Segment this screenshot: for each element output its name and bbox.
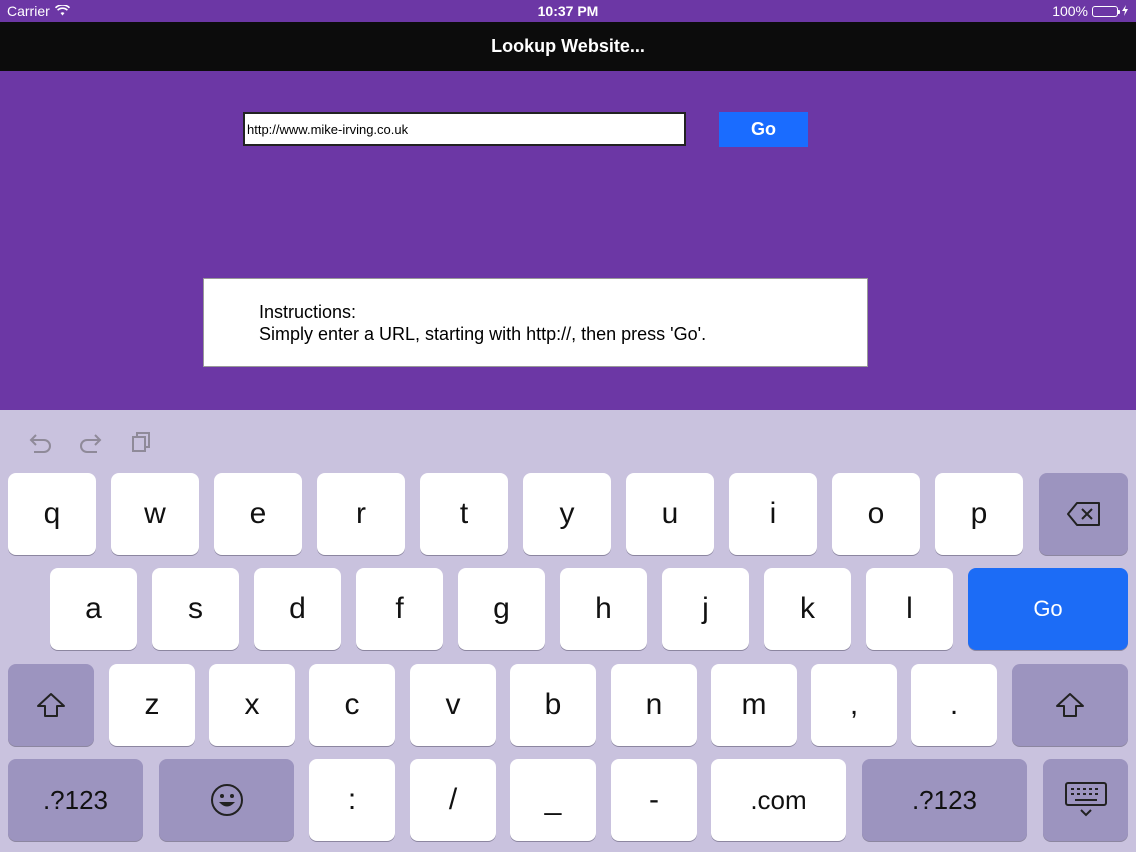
key-slash[interactable]: / [410, 759, 496, 841]
go-button[interactable]: Go [719, 112, 808, 147]
key-hyphen[interactable]: - [611, 759, 697, 841]
battery-icon [1092, 5, 1120, 17]
key-l[interactable]: l [866, 568, 953, 650]
key-comma[interactable]: , [811, 664, 897, 746]
key-dotcom[interactable]: .com [711, 759, 846, 841]
shift-icon [36, 691, 66, 719]
key-colon[interactable]: : [309, 759, 395, 841]
key-f[interactable]: f [356, 568, 443, 650]
key-e[interactable]: e [214, 473, 302, 555]
page-title: Lookup Website... [491, 36, 645, 56]
dismiss-keyboard-key[interactable] [1043, 759, 1128, 841]
key-u[interactable]: u [626, 473, 714, 555]
key-a[interactable]: a [50, 568, 137, 650]
nav-bar: Lookup Website... [0, 22, 1136, 71]
key-t[interactable]: t [420, 473, 508, 555]
backspace-icon [1066, 501, 1102, 527]
key-underscore[interactable]: _ [510, 759, 596, 841]
emoji-icon [210, 783, 244, 817]
key-z[interactable]: z [109, 664, 195, 746]
key-y[interactable]: y [523, 473, 611, 555]
key-b[interactable]: b [510, 664, 596, 746]
key-g[interactable]: g [458, 568, 545, 650]
charging-icon [1122, 3, 1128, 19]
key-v[interactable]: v [410, 664, 496, 746]
backspace-key[interactable] [1039, 473, 1128, 555]
undo-icon[interactable] [26, 428, 54, 456]
key-r[interactable]: r [317, 473, 405, 555]
key-n[interactable]: n [611, 664, 697, 746]
key-w[interactable]: w [111, 473, 199, 555]
key-i[interactable]: i [729, 473, 817, 555]
shift-icon [1055, 691, 1085, 719]
instructions-text: Simply enter a URL, starting with http:/… [259, 324, 707, 344]
go-key[interactable]: Go [968, 568, 1128, 650]
numbers-key-right[interactable]: .?123 [862, 759, 1027, 841]
status-right: 100% [1052, 3, 1128, 19]
key-x[interactable]: x [209, 664, 295, 746]
shift-key-left[interactable] [8, 664, 94, 746]
status-bar: Carrier 10:37 PM 100% [0, 0, 1136, 22]
key-m[interactable]: m [711, 664, 797, 746]
battery-percent: 100% [1052, 3, 1088, 19]
instructions-heading: Instructions: [259, 302, 357, 322]
emoji-key[interactable] [159, 759, 294, 841]
instructions-panel: Instructions: Simply enter a URL, starti… [203, 278, 868, 367]
key-c[interactable]: c [309, 664, 395, 746]
shift-key-right[interactable] [1012, 664, 1128, 746]
key-period[interactable]: . [911, 664, 997, 746]
key-k[interactable]: k [764, 568, 851, 650]
redo-icon[interactable] [77, 428, 105, 456]
url-input[interactable] [243, 112, 686, 146]
key-q[interactable]: q [8, 473, 96, 555]
key-p[interactable]: p [935, 473, 1023, 555]
numbers-key-left[interactable]: .?123 [8, 759, 143, 841]
key-h[interactable]: h [560, 568, 647, 650]
status-time: 10:37 PM [537, 3, 599, 19]
paste-icon[interactable] [128, 428, 156, 456]
key-j[interactable]: j [662, 568, 749, 650]
key-s[interactable]: s [152, 568, 239, 650]
key-o[interactable]: o [832, 473, 920, 555]
key-d[interactable]: d [254, 568, 341, 650]
keyboard-dismiss-icon [1064, 781, 1108, 819]
